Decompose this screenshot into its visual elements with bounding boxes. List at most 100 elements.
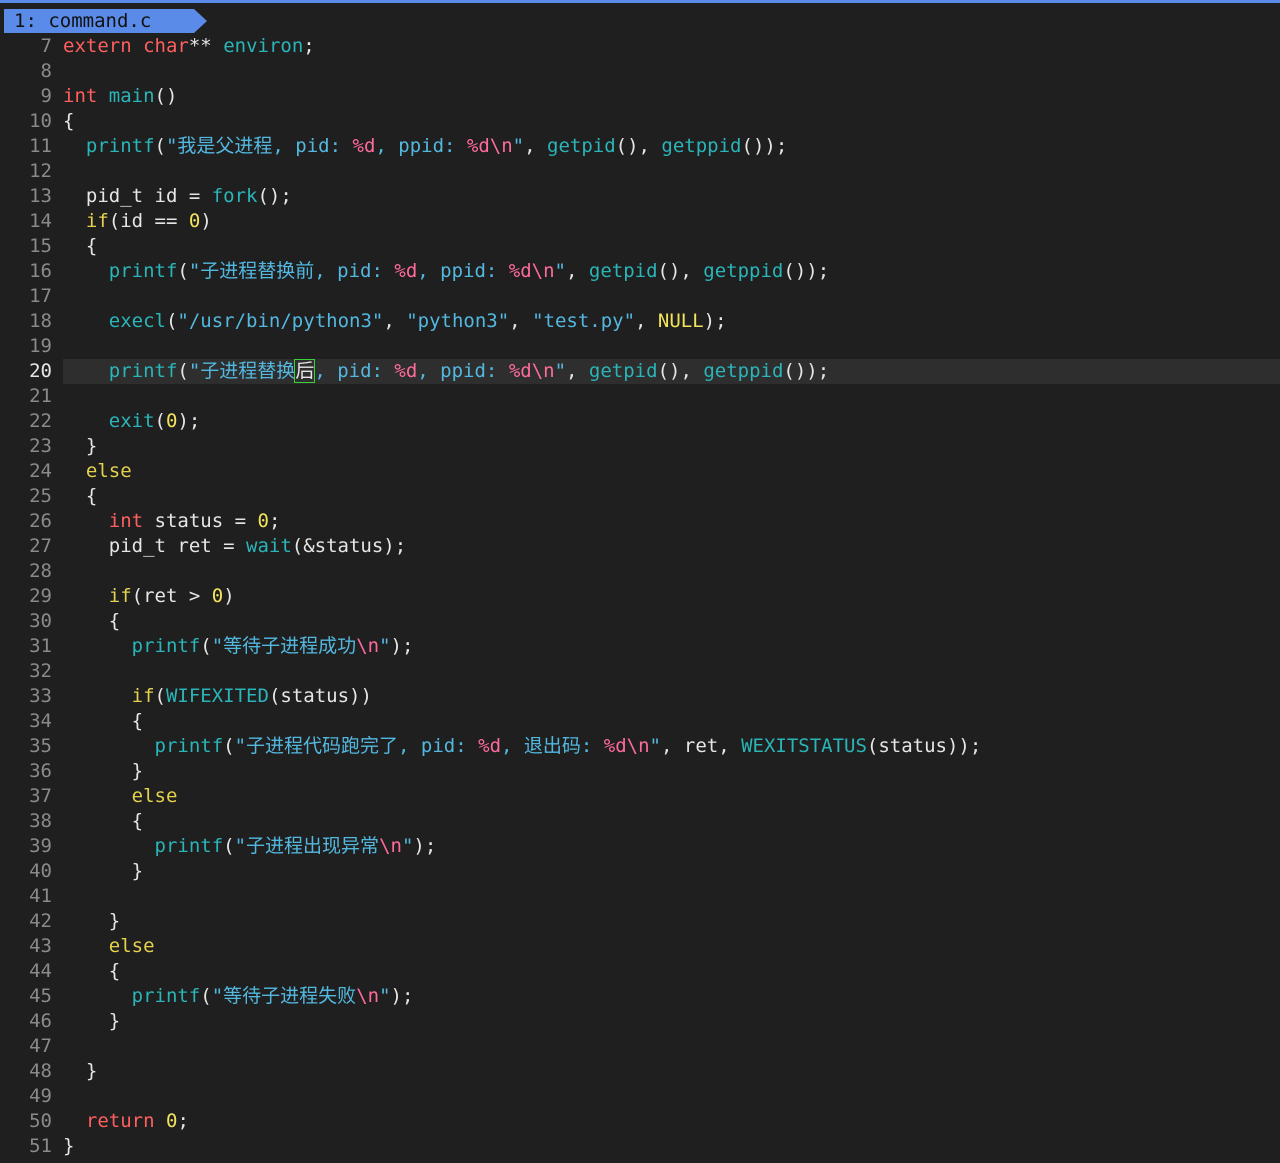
line-code: execl("/usr/bin/python3", "python3", "te… bbox=[63, 309, 1280, 334]
code-line[interactable]: 9 int main() bbox=[0, 84, 1280, 109]
code-text: } bbox=[63, 1060, 98, 1082]
line-number: 45 bbox=[29, 985, 52, 1007]
code-line[interactable]: 12 bbox=[0, 159, 1280, 184]
identifier-token: printf bbox=[108, 360, 178, 382]
code-line[interactable]: 51} bbox=[0, 1134, 1280, 1159]
line-number: 40 bbox=[29, 860, 52, 882]
code-text: ( bbox=[165, 310, 178, 332]
line-code: { bbox=[63, 709, 1280, 734]
string-token: , pid: bbox=[314, 360, 395, 382]
code-line[interactable]: 33 if(WIFEXITED(status)) bbox=[0, 684, 1280, 709]
code-line[interactable]: 50 return 0; bbox=[0, 1109, 1280, 1134]
code-line[interactable]: 8 bbox=[0, 59, 1280, 84]
code-line[interactable]: 15 { bbox=[0, 234, 1280, 259]
line-code: } bbox=[63, 909, 1280, 934]
code-line[interactable]: 24 else bbox=[0, 459, 1280, 484]
code-line[interactable]: 32 bbox=[0, 659, 1280, 684]
code-text: { bbox=[63, 810, 144, 832]
format-specifier-token: \n bbox=[379, 835, 402, 857]
code-line[interactable]: 36 } bbox=[0, 759, 1280, 784]
line-code: { bbox=[63, 109, 1280, 134]
code-line[interactable]: 14 if(id == 0) bbox=[0, 209, 1280, 234]
string-token: " bbox=[379, 635, 391, 657]
code-line[interactable]: 21 bbox=[0, 384, 1280, 409]
line-code: } bbox=[63, 1059, 1280, 1084]
code-line[interactable]: 7 extern char** environ; bbox=[0, 34, 1280, 59]
string-token: "等待子进程失败 bbox=[211, 985, 357, 1007]
code-text: } bbox=[63, 435, 98, 457]
line-code: printf("等待子进程失败\n"); bbox=[63, 984, 1280, 1009]
identifier-token: execl bbox=[108, 310, 166, 332]
control-keyword-token: if bbox=[131, 685, 155, 707]
code-line[interactable]: 28 bbox=[0, 559, 1280, 584]
code-text: , bbox=[635, 310, 658, 332]
line-number: 32 bbox=[29, 660, 52, 682]
code-line[interactable]: 29 if(ret > 0) bbox=[0, 584, 1280, 609]
code-line[interactable]: 38 { bbox=[0, 809, 1280, 834]
code-line[interactable]: 27 pid_t ret = wait(&status); bbox=[0, 534, 1280, 559]
line-code: } bbox=[63, 759, 1280, 784]
identifier-token: printf bbox=[131, 635, 201, 657]
code-line[interactable]: 37 else bbox=[0, 784, 1280, 809]
code-line[interactable]: 42 } bbox=[0, 909, 1280, 934]
code-text: ) bbox=[200, 210, 212, 232]
code-line[interactable]: 11 printf("我是父进程, pid: %d, ppid: %d\n", … bbox=[0, 134, 1280, 159]
code-line[interactable]: 13 pid_t id = fork(); bbox=[0, 184, 1280, 209]
code-line[interactable]: 34 { bbox=[0, 709, 1280, 734]
code-line[interactable]: 49 bbox=[0, 1084, 1280, 1109]
line-number: 16 bbox=[29, 260, 52, 282]
number-token: 0 bbox=[188, 210, 201, 232]
code-line[interactable]: 23 } bbox=[0, 434, 1280, 459]
code-text: } bbox=[63, 910, 121, 932]
code-line[interactable]: 35 printf("子进程代码跑完了, pid: %d, 退出码: %d\n"… bbox=[0, 734, 1280, 759]
code-line[interactable]: 25 { bbox=[0, 484, 1280, 509]
code-text: ; bbox=[177, 1110, 189, 1132]
line-code: return 0; bbox=[63, 1109, 1280, 1134]
code-line[interactable]: 43 else bbox=[0, 934, 1280, 959]
code-line[interactable]: 47 bbox=[0, 1034, 1280, 1059]
line-number: 33 bbox=[29, 685, 52, 707]
code-editor[interactable]: 7 extern char** environ; 8 9 int main() 10{11… bbox=[0, 34, 1280, 1159]
code-line[interactable]: 22 exit(0); bbox=[0, 409, 1280, 434]
keyword-token: int bbox=[108, 510, 144, 532]
code-line[interactable]: 44 { bbox=[0, 959, 1280, 984]
format-specifier-token: \n bbox=[356, 985, 380, 1007]
code-line[interactable]: 40 } bbox=[0, 859, 1280, 884]
number-token: 0 bbox=[211, 585, 224, 607]
code-line[interactable]: 45 printf("等待子进程失败\n"); bbox=[0, 984, 1280, 1009]
format-specifier-token: %d\n bbox=[508, 260, 555, 282]
line-code: printf("等待子进程成功\n"); bbox=[63, 634, 1280, 659]
code-line[interactable]: 19 bbox=[0, 334, 1280, 359]
line-number: 29 bbox=[29, 585, 52, 607]
code-line[interactable]: 48 } bbox=[0, 1059, 1280, 1084]
line-number: 38 bbox=[29, 810, 52, 832]
tab-command-c[interactable]: 1: command.c bbox=[4, 9, 207, 33]
code-line[interactable]: 41 bbox=[0, 884, 1280, 909]
code-line[interactable]: 17 bbox=[0, 284, 1280, 309]
line-code: { bbox=[63, 809, 1280, 834]
control-keyword-token: else bbox=[85, 460, 132, 482]
code-line[interactable]: 46 } bbox=[0, 1009, 1280, 1034]
code-text: { bbox=[63, 710, 144, 732]
code-line-current[interactable]: 20 printf("子进程替换后, pid: %d, ppid: %d\n",… bbox=[0, 359, 1280, 384]
code-line[interactable]: 10 { bbox=[0, 109, 1280, 134]
line-number: 35 bbox=[29, 735, 52, 757]
code-line[interactable]: 31 printf("等待子进程成功\n"); bbox=[0, 634, 1280, 659]
line-number: 27 bbox=[29, 535, 52, 557]
code-line[interactable]: 18 execl("/usr/bin/python3", "python3", … bbox=[0, 309, 1280, 334]
code-line[interactable]: 30 { bbox=[0, 609, 1280, 634]
line-number: 28 bbox=[29, 560, 52, 582]
string-token: "/usr/bin/python3" bbox=[177, 310, 384, 332]
code-line[interactable]: 16 printf("子进程替换前, pid: %d, ppid: %d\n",… bbox=[0, 259, 1280, 284]
macro-token: WIFEXITED bbox=[165, 685, 269, 707]
code-text: ) bbox=[223, 585, 235, 607]
code-line[interactable]: 26 int status = 0; bbox=[0, 509, 1280, 534]
line-number: 7 bbox=[40, 35, 52, 57]
identifier-token: getppid bbox=[661, 135, 742, 157]
code-line[interactable]: 39 printf("子进程出现异常\n"); bbox=[0, 834, 1280, 859]
code-text: ( bbox=[154, 410, 166, 432]
